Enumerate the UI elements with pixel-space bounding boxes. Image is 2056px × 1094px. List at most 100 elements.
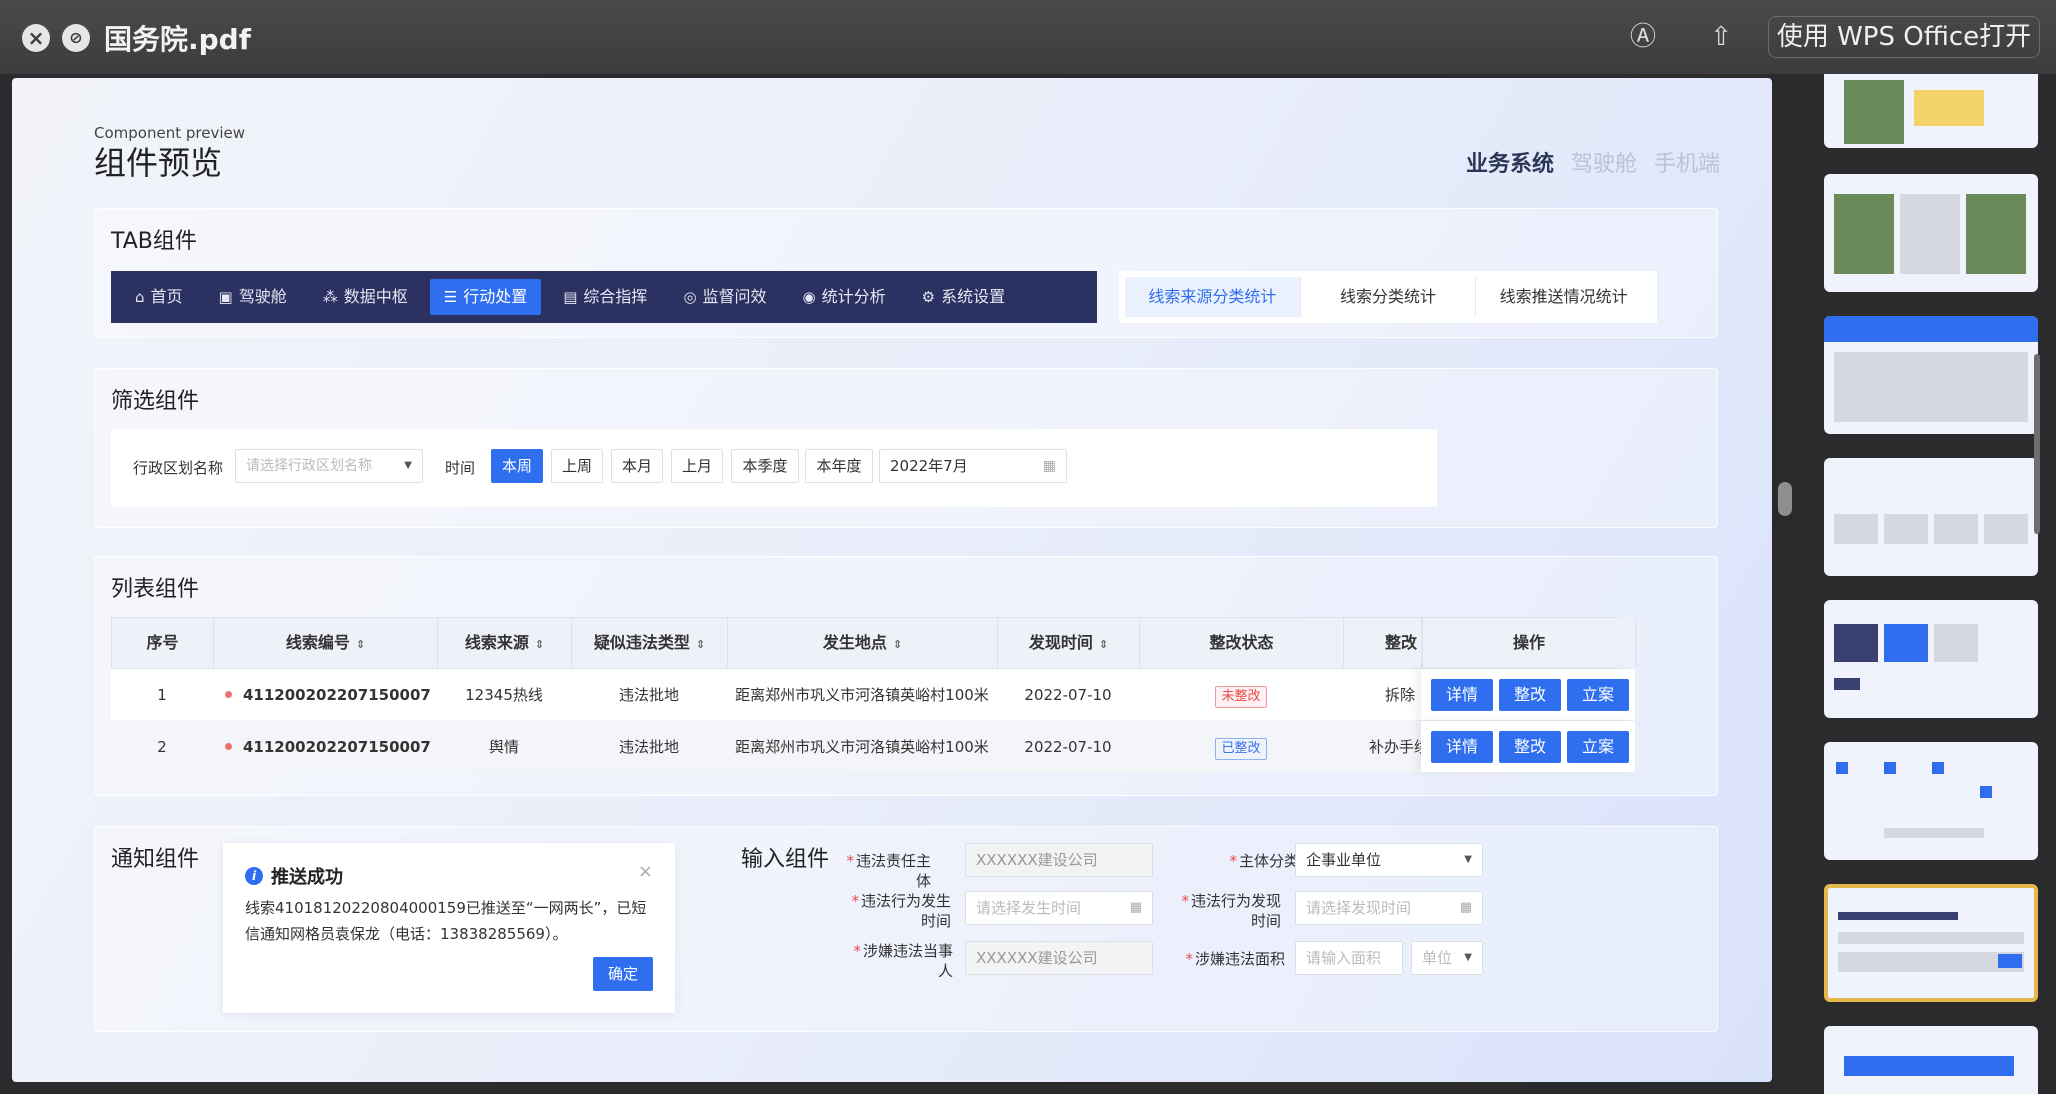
nav-item-statistics[interactable]: ◉ 统计分析 [789,279,900,315]
share-icon[interactable]: ⇧ [1704,20,1738,54]
close-icon[interactable]: × [22,24,50,52]
page-thumbnail[interactable] [1824,600,2038,718]
subject-type-select[interactable]: 企事业单位 ▼ [1295,843,1483,877]
col-type[interactable]: 疑似违法类型 ⇕ [572,618,728,668]
thumb-block [1824,316,2038,342]
discover-time-picker[interactable]: 请选择发现时间 ▦ [1295,891,1483,925]
sort-icon[interactable]: ⇕ [535,638,544,651]
nav-item-command[interactable]: ▤ 综合指挥 [549,279,661,315]
system-tab-cockpit[interactable]: 驾驶舱 [1571,152,1637,177]
page-scrollbar[interactable] [1774,78,1798,1082]
cell-code: 411200202207150007 [213,721,437,773]
file-case-button[interactable]: 立案 [1567,731,1629,763]
nav-item-home[interactable]: ⌂ 首页 [121,279,197,315]
nav-item-action[interactable]: ☰ 行动处置 [429,279,542,315]
unit-select[interactable]: 单位 ▼ [1411,941,1483,975]
disable-icon[interactable]: ⊘ [62,24,90,52]
page-thumbnail[interactable] [1824,316,2038,434]
confirm-button[interactable]: 确定 [593,957,653,991]
preview-title: 组件预览 [94,144,223,182]
nav-item-data-hub[interactable]: ⁂ 数据中枢 [309,279,422,315]
file-case-button[interactable]: 立案 [1567,679,1629,711]
period-this-week[interactable]: 本周 [491,449,543,483]
page-thumbnail[interactable] [1824,1026,2038,1094]
sort-icon[interactable]: ⇕ [1099,638,1108,651]
required-mark: * [851,892,859,910]
thumb-block [1834,514,1878,544]
thumb-block [1838,912,1958,920]
gear-icon: ⚙ [921,288,936,306]
open-with-wps-button[interactable]: 使用 WPS Office打开 [1768,16,2040,58]
thumbnail-scrollbar[interactable] [2034,354,2040,534]
nav-item-supervision[interactable]: ◎ 监督问效 [669,279,780,315]
caret-down-icon: ▼ [404,460,412,471]
markup-icon[interactable]: Ⓐ [1626,20,1660,54]
thumb-block [1932,762,1944,774]
region-select[interactable]: 请选择行政区划名称 ▼ [235,449,423,483]
page-thumbnail[interactable] [1824,174,2038,292]
info-icon: i [245,867,263,885]
unit-value: 单位 [1422,949,1453,967]
page-thumbnail[interactable] [1824,458,2038,576]
col-no: 序号 [112,618,214,668]
thumbnail-sidebar [1800,74,2056,1094]
nav-label: 综合指挥 [583,287,648,306]
col-label: 发现时间 [1028,633,1093,652]
period-this-year[interactable]: 本年度 [805,449,873,483]
signal-icon: ◎ [683,288,697,306]
nav-item-settings[interactable]: ⚙ 系统设置 [908,279,1019,315]
col-source[interactable]: 线索来源 ⇕ [438,618,572,668]
nav-label: 统计分析 [821,287,886,306]
party-input[interactable]: XXXXXX建设公司 [965,941,1153,975]
area-input[interactable]: 请输入面积 [1295,941,1403,975]
scroll-thumb[interactable] [1778,482,1792,516]
responsible-party-input[interactable]: XXXXXX建设公司 [965,843,1153,877]
period-this-quarter[interactable]: 本季度 [731,449,799,483]
cell-no: 2 [157,738,167,756]
thumb-block [1934,624,1978,662]
close-icon[interactable]: × [638,861,653,882]
subtab-category-stats[interactable]: 线索分类统计 [1301,277,1477,317]
system-tab-mobile[interactable]: 手机端 [1654,152,1720,177]
label-text: 主体分类 [1238,852,1299,870]
label-text: 违法行为发生时间 [860,892,951,930]
page-thumbnail[interactable] [1824,74,2038,148]
nav-label: 驾驶舱 [238,287,287,306]
detail-button[interactable]: 详情 [1431,679,1493,711]
rectify-button[interactable]: 整改 [1499,679,1561,711]
table-row: 2 411200202207150007 舆情 违法批地 距离郑州市巩义市河洛镇… [111,721,1635,773]
col-place[interactable]: 发生地点 ⇕ [728,618,998,668]
sort-icon[interactable]: ⇕ [356,638,365,651]
page-thumbnail-current[interactable] [1824,884,2038,1002]
period-last-month[interactable]: 上月 [671,449,723,483]
sort-icon[interactable]: ⇕ [696,638,705,651]
thumb-block [1834,624,1878,662]
row-actions: 详情 整改 立案 [1421,669,1635,720]
nav-item-cockpit[interactable]: ▣ 驾驶舱 [205,279,301,315]
occur-time-picker[interactable]: 请选择发生时间 ▦ [965,891,1153,925]
subtab-push-stats[interactable]: 线索推送情况统计 [1476,277,1651,317]
page-thumbnail[interactable] [1824,742,2038,860]
rectify-button[interactable]: 整改 [1499,731,1561,763]
cell-status: 未整改 [1139,669,1343,721]
sort-icon[interactable]: ⇕ [893,638,902,651]
period-last-week[interactable]: 上周 [551,449,603,483]
period-this-month[interactable]: 本月 [611,449,663,483]
list-section-title: 列表组件 [111,577,200,602]
label-text: 违法责任主体 [855,852,931,890]
system-tab-business[interactable]: 业务系统 [1466,152,1554,177]
dashboard-icon: ▣ [218,288,233,306]
window-titlebar: × ⊘ 国务院.pdf Ⓐ ⇧ 使用 WPS Office打开 [0,0,2056,74]
field-label: * 违法行为发现时间 [1175,891,1281,931]
month-picker[interactable]: 2022年7月 ▦ [879,449,1067,483]
list-icon: ☰ [443,288,458,306]
col-time[interactable]: 发现时间 ⇕ [998,618,1140,668]
tab-section-title: TAB组件 [111,229,197,254]
cell-source: 舆情 [488,738,519,756]
cell-place: 距离郑州市巩义市河洛镇英峪村100米 [735,738,989,756]
subtab-source-stats[interactable]: 线索来源分类统计 [1125,277,1301,317]
detail-button[interactable]: 详情 [1431,731,1493,763]
col-code[interactable]: 线索编号 ⇕ [214,618,438,668]
sub-tabs: 线索来源分类统计 线索分类统计 线索推送情况统计 [1119,271,1657,323]
nav-label: 监督问效 [702,287,767,306]
